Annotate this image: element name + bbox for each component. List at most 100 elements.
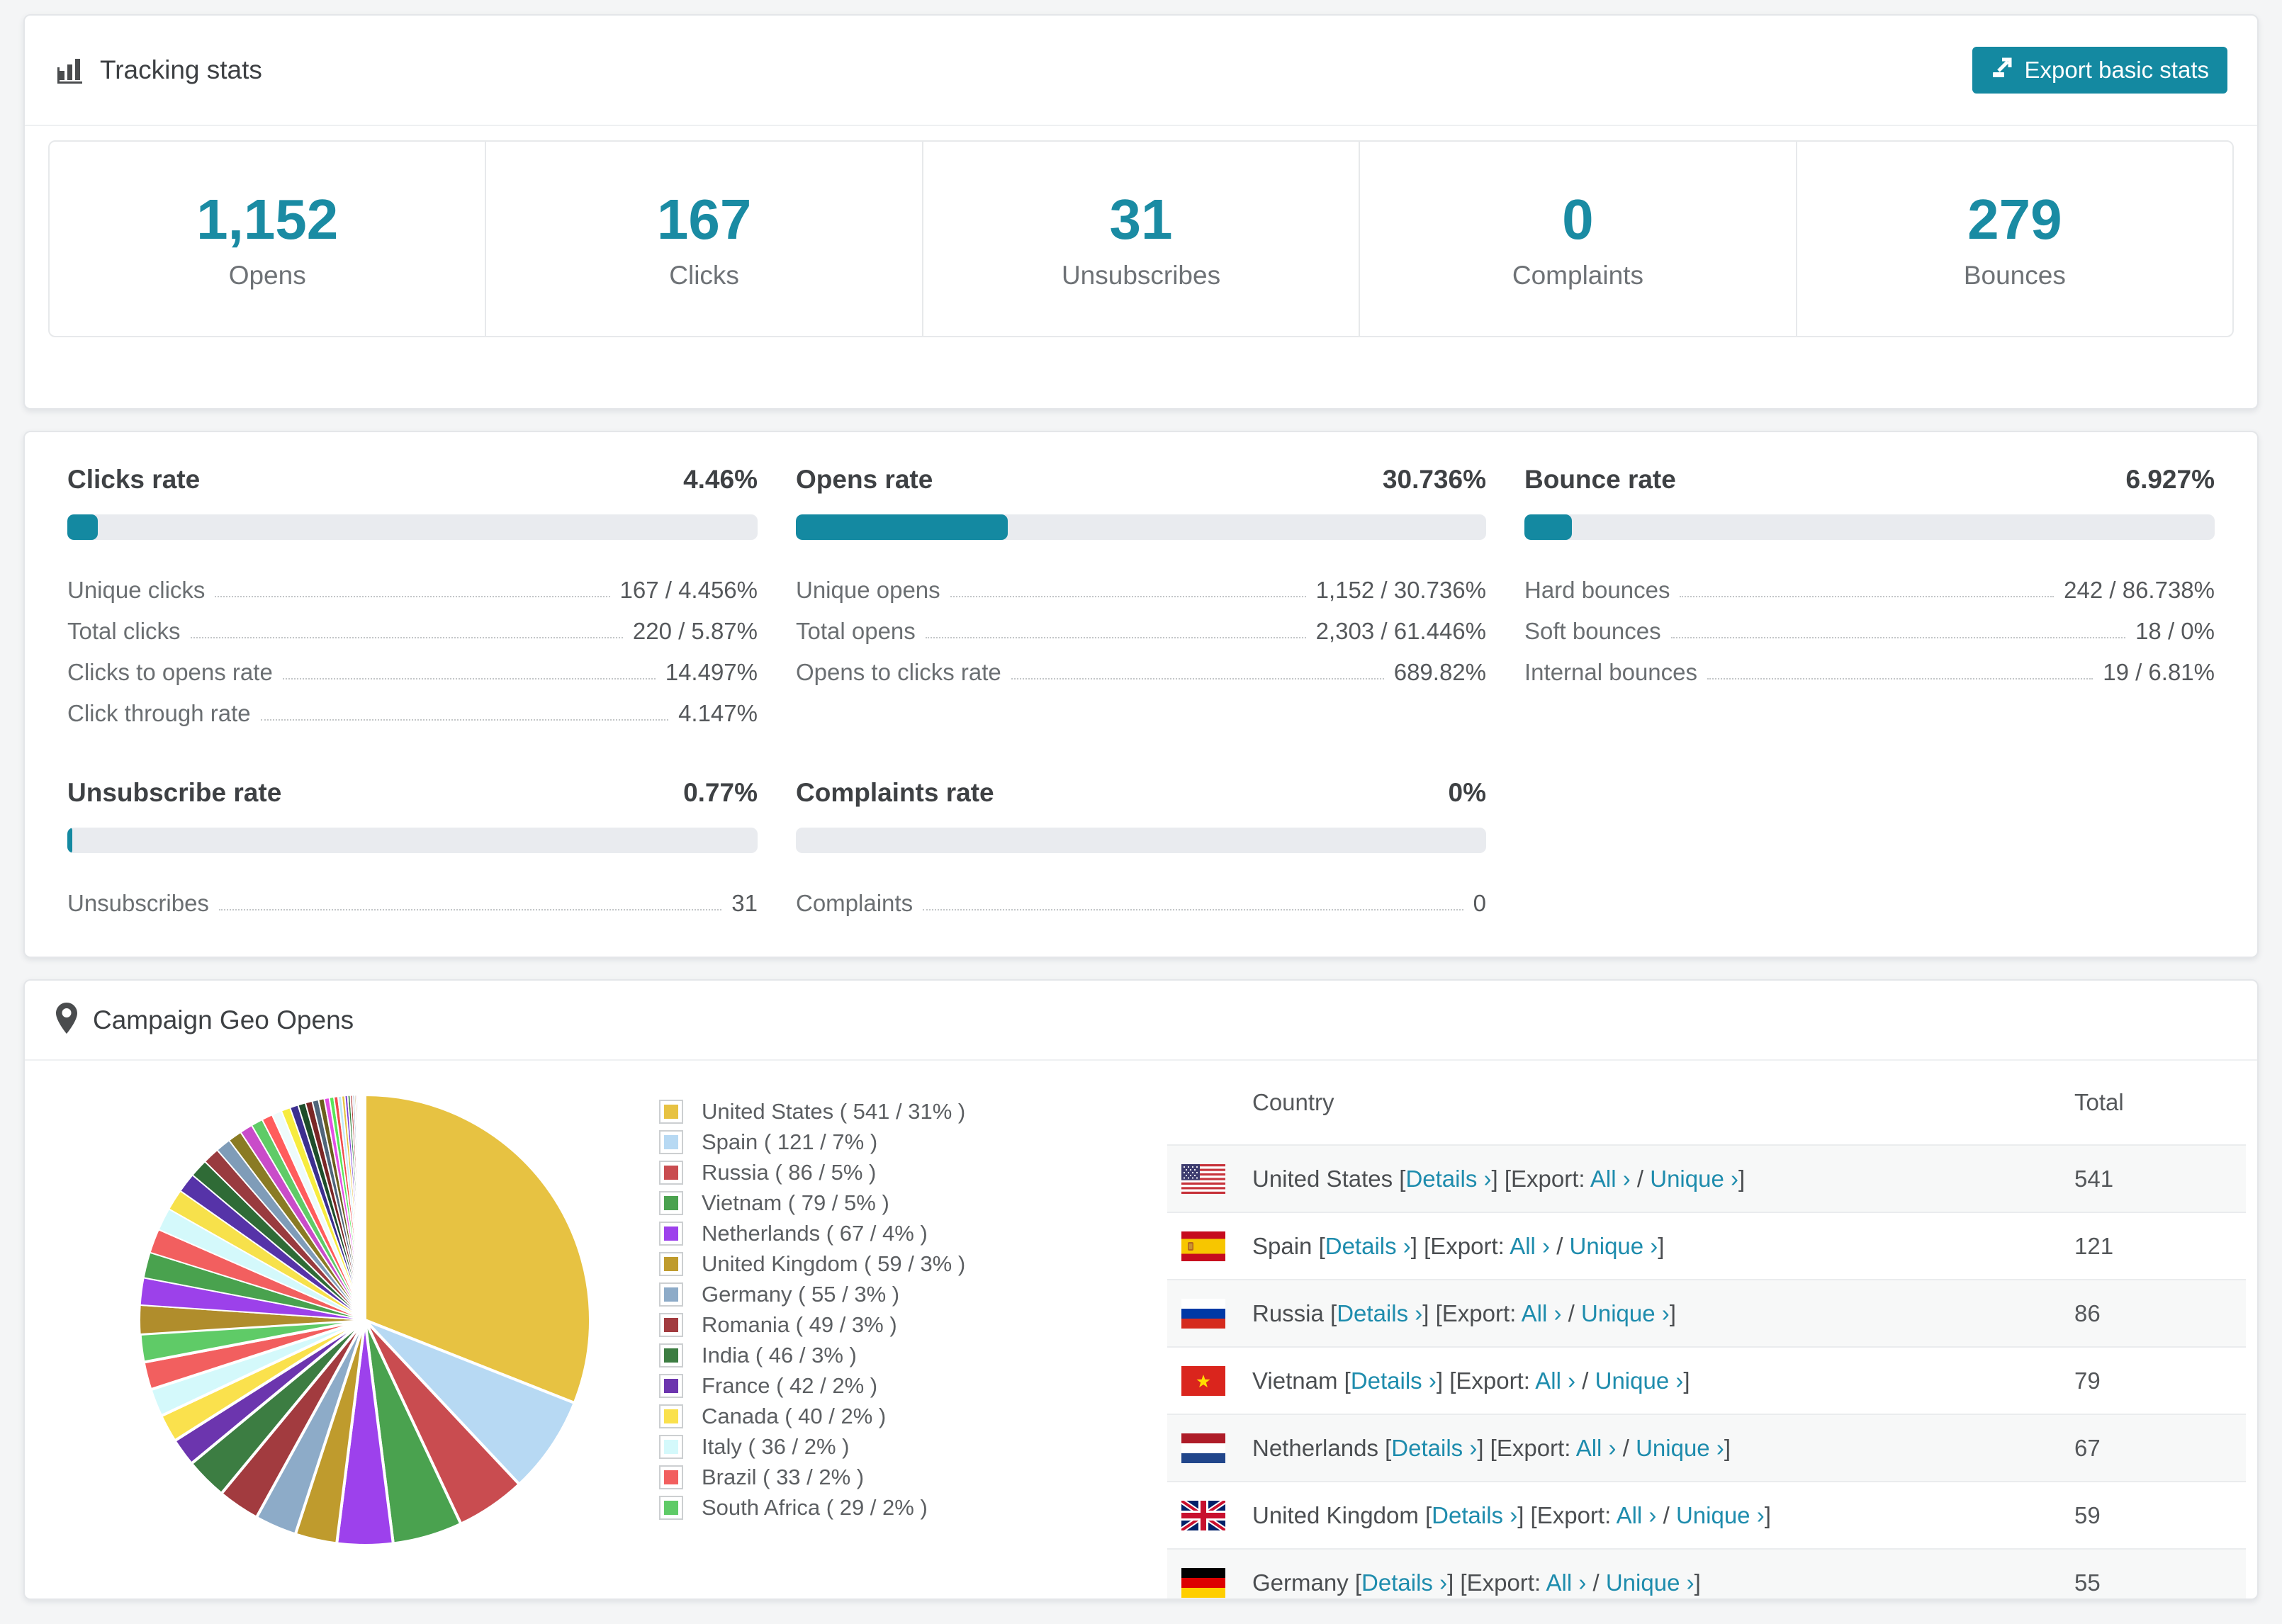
- legend-swatch: [659, 1099, 683, 1124]
- stat-label: Complaints: [796, 890, 914, 916]
- export-unique-link[interactable]: Unique ›: [1595, 1368, 1684, 1394]
- legend-swatch: [659, 1465, 683, 1489]
- export-all-link[interactable]: All ›: [1510, 1233, 1550, 1259]
- bracket: [: [1354, 1569, 1362, 1596]
- summary-opens: 1,152 Opens: [50, 142, 485, 336]
- stat-label: Unique clicks: [67, 577, 206, 603]
- geo-row-netherlands: Netherlands [Details ›] [Export: All › /…: [1167, 1414, 2246, 1481]
- details-link[interactable]: Details ›: [1325, 1233, 1411, 1259]
- stat-value: 31: [731, 890, 758, 916]
- stat-value: 4.147%: [678, 700, 758, 726]
- legend-swatch: [659, 1190, 683, 1215]
- complaints-count: 0: [1562, 188, 1594, 251]
- legend-label: Netherlands ( 67 / 4% ): [702, 1220, 928, 1246]
- geo-opens-pie-chart: [138, 1093, 592, 1547]
- export-unique-link[interactable]: Unique ›: [1606, 1569, 1694, 1596]
- separator: /: [1586, 1569, 1606, 1596]
- map-pin-icon: [55, 1002, 79, 1038]
- stat-value: 1,152 / 30.736%: [1315, 577, 1486, 603]
- export-all-link[interactable]: All ›: [1617, 1502, 1657, 1528]
- rate-block-unsubscribe-rate: Unsubscribe rate 0.77% Unsubscribes 31: [67, 778, 758, 917]
- rate-progress-fill: [796, 514, 1008, 540]
- united-states-flag-icon: [1181, 1163, 1225, 1194]
- export-label: [Export:: [1449, 1367, 1536, 1394]
- spain-flag-icon: [1181, 1231, 1225, 1261]
- legend-item-canada: Canada ( 40 / 2% ): [659, 1401, 965, 1431]
- export-unique-link[interactable]: Unique ›: [1581, 1300, 1670, 1326]
- country-cell: Netherlands [Details ›] [Export: All › /…: [1225, 1435, 2074, 1462]
- dotted-leader: [260, 719, 669, 721]
- rate-value: 6.927%: [2125, 465, 2215, 494]
- details-link[interactable]: Details ›: [1432, 1502, 1517, 1528]
- united-kingdom-flag-icon: [1181, 1500, 1225, 1530]
- total-cell: 121: [2074, 1232, 2114, 1259]
- geo-row-united-kingdom: United Kingdom [Details ›] [Export: All …: [1167, 1481, 2246, 1548]
- separator: /: [1630, 1165, 1651, 1192]
- details-link[interactable]: Details ›: [1405, 1166, 1491, 1192]
- total-cell: 55: [2074, 1569, 2101, 1596]
- export-unique-link[interactable]: Unique ›: [1570, 1233, 1658, 1259]
- stat-row-total-opens: Total opens 2,303 / 61.446%: [796, 604, 1486, 645]
- stat-value: 18 / 0%: [2135, 618, 2215, 644]
- legend-item-india: India ( 46 / 3% ): [659, 1340, 965, 1370]
- bar-chart-icon: [55, 53, 86, 88]
- stat-label: Total opens: [796, 618, 916, 644]
- summary-bounces: 279 Bounces: [1795, 142, 2232, 336]
- export-all-link[interactable]: All ›: [1546, 1569, 1586, 1596]
- export-all-link[interactable]: All ›: [1522, 1300, 1562, 1326]
- country-cell: Germany [Details ›] [Export: All › / Uni…: [1225, 1569, 2074, 1596]
- export-icon: [1991, 56, 2013, 84]
- summary-complaints: 0 Complaints: [1359, 142, 1795, 336]
- rate-value: 0.77%: [683, 778, 758, 807]
- tracking-stats-page: { "theme": { "accent": "#1489a1", "accen…: [0, 0, 2282, 1624]
- geo-table-header: Country Total: [1167, 1061, 2246, 1144]
- details-link[interactable]: Details ›: [1361, 1569, 1447, 1596]
- export-label: [Export:: [1490, 1434, 1576, 1461]
- country-cell: Russia [Details ›] [Export: All › / Uniq…: [1225, 1300, 2074, 1327]
- bracket: ]: [1724, 1434, 1731, 1461]
- legend-label: South Africa ( 29 / 2% ): [702, 1494, 928, 1520]
- legend-label: Russia ( 86 / 5% ): [702, 1159, 877, 1185]
- stat-row-soft-bounces: Soft bounces 18 / 0%: [1524, 604, 2215, 645]
- stat-row-unique-clicks: Unique clicks 167 / 4.456%: [67, 563, 758, 604]
- campaign-geo-opens-card: Campaign Geo Opens United States ( 541 /…: [23, 979, 2259, 1600]
- export-all-link[interactable]: All ›: [1535, 1368, 1575, 1394]
- complaints-label: Complaints: [1512, 261, 1643, 290]
- export-unique-link[interactable]: Unique ›: [1676, 1502, 1765, 1528]
- bracket: [: [1344, 1367, 1351, 1394]
- dotted-leader: [215, 596, 610, 597]
- bracket: ]: [1422, 1299, 1436, 1326]
- details-link[interactable]: Details ›: [1337, 1300, 1422, 1326]
- export-unique-link[interactable]: Unique ›: [1636, 1435, 1724, 1461]
- bracket: ]: [1491, 1165, 1505, 1192]
- stat-row-unique-opens: Unique opens 1,152 / 30.736%: [796, 563, 1486, 604]
- export-unique-link[interactable]: Unique ›: [1650, 1166, 1738, 1192]
- separator: /: [1656, 1501, 1676, 1528]
- rate-title: Opens rate: [796, 465, 933, 494]
- stat-label: Clicks to opens rate: [67, 659, 273, 685]
- dotted-leader: [925, 637, 1306, 638]
- details-link[interactable]: Details ›: [1391, 1435, 1477, 1461]
- export-basic-stats-button[interactable]: Export basic stats: [1972, 47, 2227, 94]
- stat-value: 19 / 6.81%: [2103, 659, 2215, 685]
- legend-swatch: [659, 1312, 683, 1337]
- export-all-link[interactable]: All ›: [1590, 1166, 1631, 1192]
- bracket: ]: [1694, 1569, 1701, 1596]
- legend-item-united-states: United States ( 541 / 31% ): [659, 1096, 965, 1127]
- rates-grid: Clicks rate 4.46% Unique clicks 167 / 4.456…: [67, 465, 2215, 917]
- pie-legend: United States ( 541 / 31% ) Spain ( 121 /…: [659, 1096, 965, 1523]
- bounces-count: 279: [1967, 188, 2062, 251]
- dotted-leader: [1670, 637, 2126, 638]
- country-cell: Spain [Details ›] [Export: All › / Uniqu…: [1225, 1233, 2074, 1260]
- legend-label: Brazil ( 33 / 2% ): [702, 1464, 865, 1489]
- dotted-leader: [923, 909, 1463, 910]
- country-name: Netherlands: [1252, 1434, 1386, 1461]
- stat-value: 14.497%: [665, 659, 758, 685]
- export-all-link[interactable]: All ›: [1576, 1435, 1617, 1461]
- rate-progress-fill: [1524, 514, 1573, 540]
- details-link[interactable]: Details ›: [1351, 1368, 1437, 1394]
- stat-row-click-through-rate: Click through rate 4.147%: [67, 686, 758, 727]
- legend-label: Italy ( 36 / 2% ): [702, 1433, 850, 1459]
- country-cell: Vietnam [Details ›] [Export: All › / Uni…: [1225, 1368, 2074, 1394]
- bracket: ]: [1683, 1367, 1690, 1394]
